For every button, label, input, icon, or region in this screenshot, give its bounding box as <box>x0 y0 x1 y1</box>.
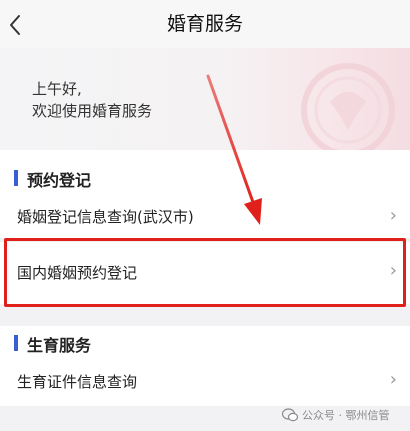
wechat-icon <box>282 408 298 422</box>
section-header-appointment: 预约登记 <box>0 150 410 206</box>
chevron-right-icon: › <box>389 205 397 226</box>
chevron-left-icon <box>10 15 20 35</box>
section-title: 生育服务 <box>27 336 92 355</box>
section-gap <box>0 304 410 326</box>
decorative-emblem-icon <box>301 63 395 150</box>
watermark: 公众号 · 鄂州信管 <box>282 404 390 426</box>
greeting-banner: 上午好, 欢迎使用婚育服务 <box>0 48 410 150</box>
chevron-right-icon: › <box>389 260 397 281</box>
section-accent-bar <box>14 170 18 186</box>
greeting-text: 上午好, 欢迎使用婚育服务 <box>32 78 152 122</box>
list-item-marriage-info-query[interactable]: 婚姻登记信息查询(武汉市) › <box>0 205 410 238</box>
list-item-marriage-appointment[interactable]: 国内婚姻预约登记 › <box>0 242 410 304</box>
list-item-label: 婚姻登记信息查询(武汉市) <box>17 208 194 226</box>
section-title: 预约登记 <box>27 171 92 190</box>
back-button[interactable] <box>0 0 34 48</box>
page-title: 婚育服务 <box>166 13 243 35</box>
greeting-line-1: 上午好, <box>32 80 82 98</box>
top-nav-bar: 婚育服务 <box>0 0 410 48</box>
list-item-birth-certificate-query[interactable]: 生育证件信息查询 › <box>0 366 410 406</box>
list-item-label: 生育证件信息查询 <box>17 373 138 391</box>
list-item-label: 国内婚姻预约登记 <box>17 264 138 282</box>
section-header-birth: 生育服务 <box>0 326 410 366</box>
watermark-text: 公众号 · 鄂州信管 <box>302 409 390 422</box>
section-accent-bar <box>14 335 18 351</box>
greeting-line-2: 欢迎使用婚育服务 <box>32 102 153 120</box>
chevron-right-icon: › <box>389 369 397 390</box>
